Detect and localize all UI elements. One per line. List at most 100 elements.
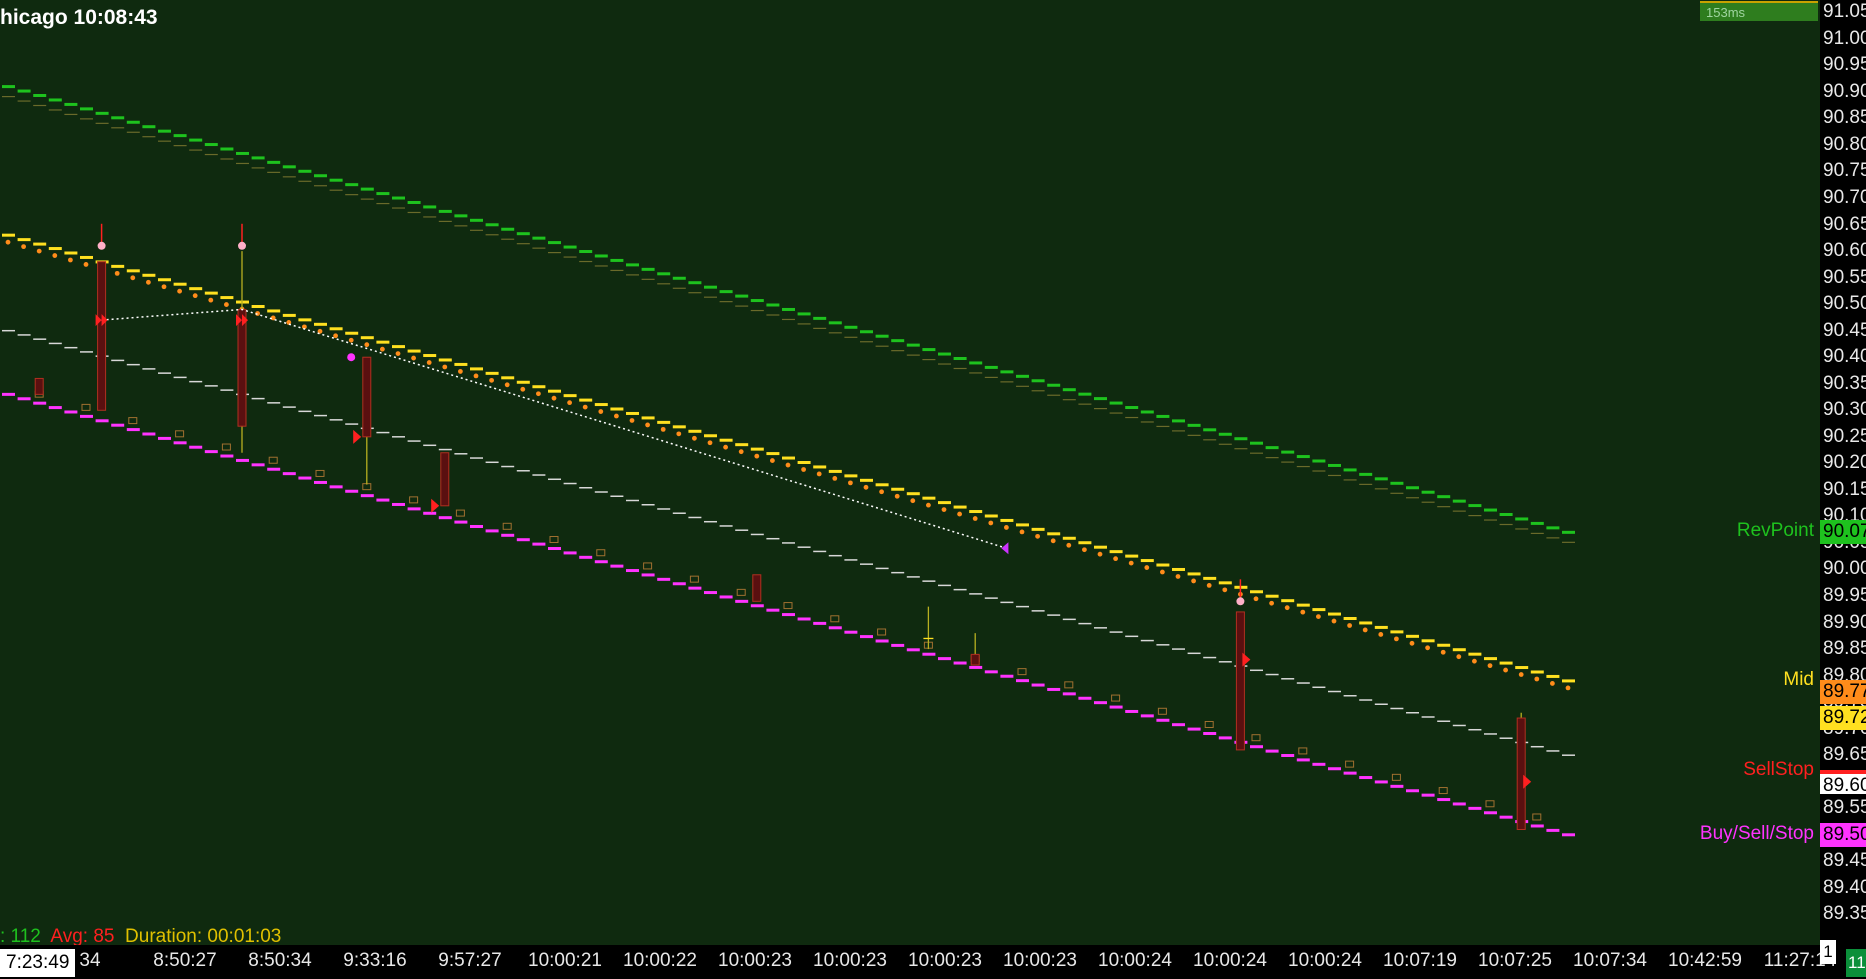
mid-dot (395, 351, 401, 357)
mini-bar (1157, 707, 1167, 715)
window-title: hicago 10:08:43 (0, 6, 158, 29)
mini-bar (315, 469, 325, 477)
duration-value: Duration: 00:01:03 (125, 926, 282, 947)
mid-dot (707, 440, 713, 446)
mid-dot (52, 253, 58, 258)
mid-dot (957, 511, 962, 517)
mid-dot (224, 302, 229, 307)
mini-bar (502, 522, 512, 530)
mid-dot (551, 395, 557, 401)
dot-signal (347, 353, 356, 362)
price-tick: 89.90 (1823, 611, 1866, 633)
mid-dot (411, 355, 416, 361)
price-tick: 90.60 (1823, 240, 1866, 262)
mid-dot (5, 239, 11, 245)
mid-dot (645, 422, 650, 428)
mid-dot (785, 462, 791, 468)
time-tick: 10:00:24 (1193, 950, 1267, 971)
mid-dot (676, 431, 682, 437)
revpoint-label: RevPoint (1736, 520, 1814, 542)
mid-dot (816, 471, 822, 477)
candle-body (752, 574, 762, 602)
mid-dot (364, 342, 370, 348)
time-tick: 9:57:27 (438, 950, 502, 971)
price-tick: 90.15 (1823, 478, 1866, 500)
time-tick: 34 (79, 950, 101, 971)
mini-bar (643, 562, 653, 570)
mid-dot (692, 435, 697, 441)
time-tick: 10:00:23 (908, 950, 982, 971)
mini-bar (596, 549, 606, 557)
price-tick: 90.55 (1823, 266, 1866, 288)
page-indicator[interactable]: 1 (1820, 940, 1836, 964)
mid-dot (473, 373, 479, 379)
flag-signal (1523, 774, 1532, 789)
mid-dot (520, 386, 526, 392)
time-tick: 10:00:23 (718, 950, 792, 971)
time-tick: 10:07:25 (1478, 950, 1552, 971)
mid-dot (848, 480, 853, 486)
candle-body (34, 377, 44, 395)
mid-dot (988, 520, 994, 526)
mini-bar (1251, 734, 1261, 742)
mid-dot (68, 257, 73, 263)
mid-dot (770, 458, 775, 463)
down-arrow-signal-head (97, 241, 106, 250)
mini-bar (175, 430, 185, 438)
mid-dot (879, 489, 884, 495)
mid-dot (1019, 529, 1025, 535)
signals (95, 223, 1532, 789)
mini-bar (549, 536, 559, 544)
mid-dot (442, 364, 448, 370)
price-tick: 90.85 (1823, 107, 1866, 129)
mid-dot (629, 418, 635, 423)
mini-bar (1064, 681, 1074, 689)
price-tick: 91.05 (1823, 1, 1866, 23)
mini-bar (1345, 760, 1355, 768)
down-arrow-signal-head (1236, 597, 1245, 606)
price-tick: 90.40 (1823, 346, 1866, 368)
time-tick: 10:00:24 (1098, 950, 1172, 971)
mid-dot (380, 346, 385, 352)
mid-dot (1456, 654, 1462, 660)
time-tick: 10:00:24 (1288, 950, 1362, 971)
time-tick: 9:33:16 (343, 950, 407, 971)
price-tick: 90.95 (1823, 54, 1866, 76)
mid-dot (114, 270, 120, 276)
mid-dot (1316, 614, 1321, 619)
mini-bar (1017, 668, 1027, 676)
mid-label: Mid (1783, 668, 1814, 690)
mid-dot (567, 400, 572, 406)
mini-bar (1485, 800, 1495, 808)
time-tick: 10:00:23 (813, 950, 887, 971)
mid-dot (177, 288, 183, 294)
mid-dot (1066, 542, 1072, 548)
candle-body (97, 261, 107, 411)
mid-dot (1113, 556, 1118, 562)
mini-bar (1111, 694, 1121, 702)
mid-dot (1472, 658, 1477, 664)
mid-dot (348, 337, 354, 343)
mini-bar (877, 628, 887, 636)
price-tick: 89.35 (1823, 903, 1866, 925)
price-tick: 90.50 (1823, 293, 1866, 315)
time-tick: 10:00:22 (623, 950, 697, 971)
buysellstop-label: Buy/Sell/Stop (1699, 822, 1814, 844)
avg-value: Avg: 85 (50, 926, 115, 947)
latency-badge: 153ms (1700, 1, 1818, 21)
mid-dot (972, 516, 978, 521)
price-axis[interactable]: 91.05 91.00 90.95 90.90 90.85 90.80 90.75 90.70… (1820, 0, 1866, 979)
mid-dot (1222, 587, 1228, 593)
mini-bar (736, 588, 746, 596)
mid-dot (36, 248, 42, 254)
time-cursor-label: 7:23:49 (0, 949, 76, 977)
mini-bar (1532, 813, 1542, 821)
mid-dot (1534, 676, 1540, 682)
price-chart[interactable] (0, 0, 1820, 945)
mid-dot (1503, 667, 1508, 673)
time-axis[interactable]: 34 8:50:27 8:50:34 9:33:16 9:57:27 10:00:21 10… (0, 945, 1836, 979)
candle-body (1235, 611, 1245, 751)
mid-dot (894, 493, 900, 499)
candle-body (362, 356, 372, 438)
price-tick: 90.25 (1823, 425, 1866, 447)
